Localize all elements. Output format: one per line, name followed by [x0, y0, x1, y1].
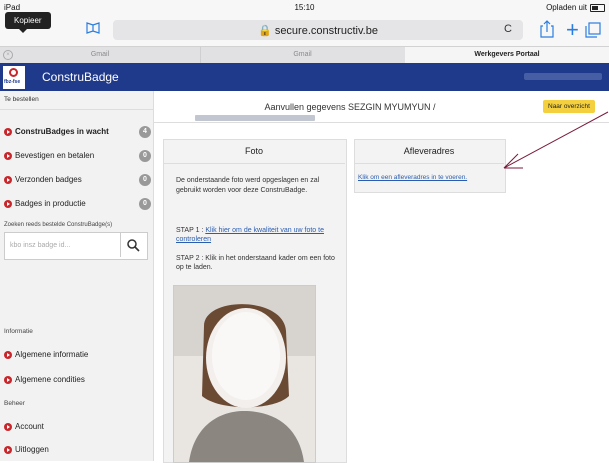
- person-photo: [174, 286, 315, 462]
- sidebar-item-label: Bevestigen en betalen: [15, 151, 95, 160]
- count-badge: 0: [139, 150, 151, 162]
- tab-strip: × Gmail Gmail Werkgevers Portaal: [0, 46, 609, 64]
- logo-text: fbz-fse: [4, 79, 21, 85]
- sidebar-item-label: Uitloggen: [15, 445, 49, 454]
- arrow-circle-icon: [4, 423, 12, 431]
- tab-label: Gmail: [293, 51, 312, 58]
- sidebar-item-label: Badges in productie: [15, 199, 86, 208]
- photo-upload-area[interactable]: [173, 285, 316, 463]
- copy-tooltip[interactable]: Kopieer: [5, 12, 51, 33]
- arrow-circle-icon: [4, 152, 12, 160]
- clock: 15:10: [294, 3, 315, 12]
- annotation-arrow-icon: [503, 111, 609, 169]
- tabs-overview-icon[interactable]: [585, 22, 601, 38]
- foto-heading: Foto: [163, 139, 345, 164]
- tab-label: Werkgevers Portaal: [474, 51, 540, 58]
- status-bar: iPad 15:10 Opladen uit: [0, 0, 609, 16]
- step-1: STAP 1 : Klik hier om de kwaliteit van u…: [176, 226, 336, 244]
- arrow-circle-icon: [4, 376, 12, 384]
- sidebar-item-badges-in-wacht[interactable]: ConstruBadges in wacht 4: [0, 121, 153, 143]
- foto-description: De onderstaande foto werd opgeslagen en …: [176, 177, 320, 194]
- battery-label: Opladen uit: [546, 3, 587, 12]
- bookmarks-icon[interactable]: [86, 22, 100, 34]
- tab-gmail-2[interactable]: Gmail: [200, 47, 406, 63]
- tab-werkgevers-portaal[interactable]: Werkgevers Portaal: [405, 47, 609, 63]
- count-badge: 0: [139, 198, 151, 210]
- sidebar-item-verzonden[interactable]: Verzonden badges 0: [0, 169, 153, 191]
- sidebar-item-algemene-condities[interactable]: Algemene condities: [0, 369, 153, 391]
- url-text: 🔒 secure.constructiv.be: [113, 24, 523, 37]
- sidebar-item-bevestigen[interactable]: Bevestigen en betalen 0: [0, 145, 153, 167]
- app-title: ConstruBadge: [42, 70, 119, 84]
- search-placeholder: kbo insz badge id...: [10, 242, 71, 249]
- new-tab-icon[interactable]: +: [566, 17, 579, 43]
- share-icon[interactable]: [540, 20, 554, 38]
- logo[interactable]: fbz-fse: [3, 66, 25, 89]
- page-title: Aanvullen gegevens SEZGIN MYUMYUN /: [264, 102, 436, 112]
- sidebar-heading: Te bestellen: [0, 91, 153, 110]
- close-icon[interactable]: ×: [3, 50, 13, 60]
- tab-gmail-1[interactable]: × Gmail: [0, 47, 201, 63]
- search-label: Zoeken reeds bestelde ConstruBadge(s): [4, 222, 113, 228]
- reload-icon[interactable]: C: [504, 23, 512, 35]
- redacted-subtitle: [195, 115, 315, 121]
- count-badge: 4: [139, 126, 151, 138]
- sidebar-item-label: Account: [15, 422, 44, 431]
- step-1-prefix: STAP 1 :: [176, 227, 206, 234]
- battery-icon: [590, 4, 605, 12]
- sidebar-item-uitloggen[interactable]: Uitloggen: [0, 439, 153, 461]
- sidebar-item-algemene-informatie[interactable]: Algemene informatie: [0, 344, 153, 366]
- sidebar-item-label: ConstruBadges in wacht: [15, 127, 109, 136]
- arrow-circle-icon: [4, 128, 12, 136]
- tab-label: Gmail: [90, 51, 110, 58]
- sidebar-item-label: Algemene condities: [15, 375, 85, 384]
- arrow-circle-icon: [4, 176, 12, 184]
- afleveradres-heading: Afleveradres: [354, 139, 504, 164]
- count-badge: 0: [139, 174, 151, 186]
- add-delivery-address-link[interactable]: Klik om een afleveradres in te voeren.: [358, 174, 467, 181]
- sidebar-item-productie[interactable]: Badges in productie 0: [0, 193, 153, 215]
- sidebar-item-account[interactable]: Account: [0, 416, 153, 438]
- arrow-circle-icon: [4, 446, 12, 454]
- url-label: secure.constructiv.be: [274, 25, 378, 37]
- search-icon[interactable]: [120, 233, 145, 257]
- sidebar-item-label: Algemene informatie: [15, 350, 89, 359]
- section-label-informatie: Informatie: [4, 328, 33, 335]
- sidebar-item-label: Verzonden badges: [15, 175, 82, 184]
- section-label-beheer: Beheer: [4, 400, 25, 407]
- lock-icon: 🔒: [258, 25, 272, 37]
- user-name-redacted: [524, 73, 602, 80]
- step-2: STAP 2 : Klik in het onderstaand kader o…: [176, 255, 335, 271]
- arrow-circle-icon: [4, 351, 12, 359]
- arrow-circle-icon: [4, 200, 12, 208]
